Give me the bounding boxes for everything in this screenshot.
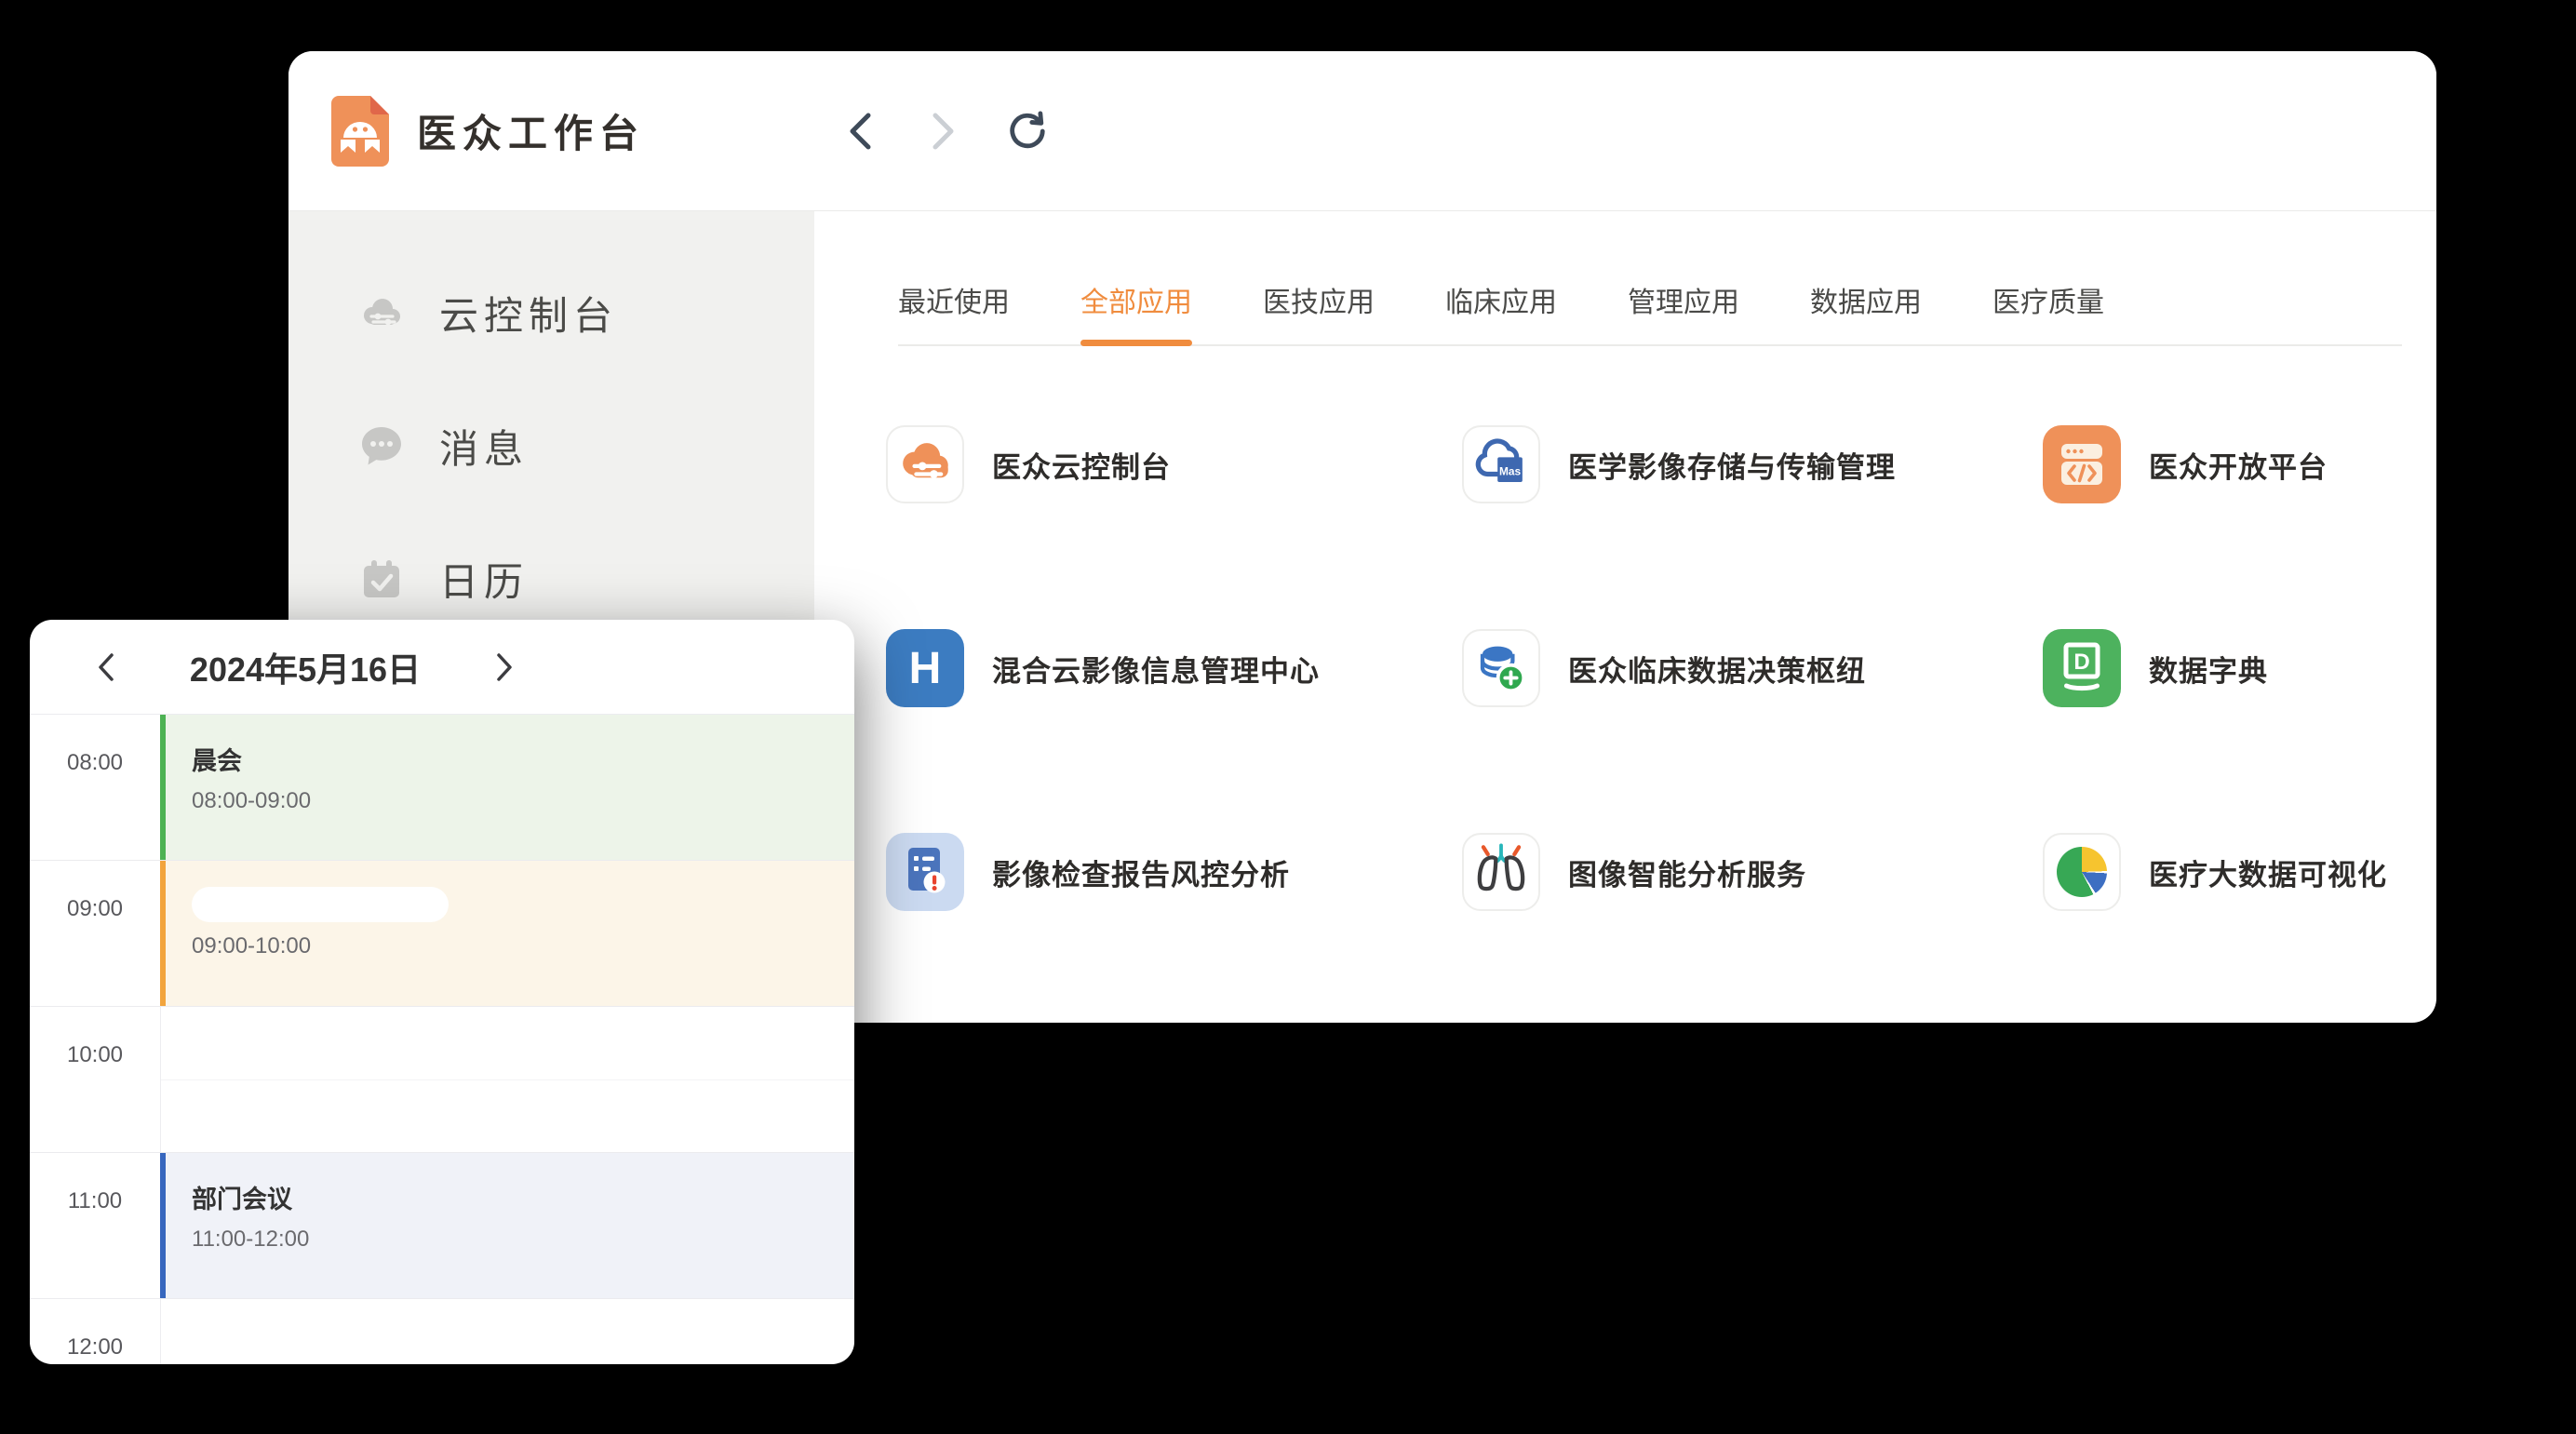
tab-bar: 最近使用 全部应用 医技应用 临床应用 管理应用 数据应用 医疗质量 — [898, 279, 2402, 346]
app-cloud-console[interactable]: 医众云控制台 — [886, 425, 1462, 503]
app-open-platform[interactable]: 医众开放平台 — [2043, 425, 2436, 503]
chevron-right-icon — [492, 650, 517, 684]
event-redacted[interactable]: 09:00-10:00 — [160, 861, 854, 1006]
tab-medical-quality[interactable]: 医疗质量 — [1992, 279, 2104, 344]
lungs-icon — [1464, 833, 1538, 911]
app-label: 影像检查报告风控分析 — [992, 851, 1290, 893]
tab-all-apps[interactable]: 全部应用 — [1080, 279, 1192, 344]
time-label: 11:00 — [30, 1153, 160, 1214]
window-header: 医众工作台 — [288, 51, 2436, 211]
tab-medtech-apps[interactable]: 医技应用 — [1263, 279, 1375, 344]
event-department-meeting[interactable]: 部门会议 11:00-12:00 — [160, 1153, 854, 1298]
cloud-sliders-icon — [888, 425, 962, 503]
time-label: 10:00 — [30, 1007, 160, 1068]
cloud-settings-icon — [359, 291, 404, 336]
content-area: 最近使用 全部应用 医技应用 临床应用 管理应用 数据应用 医疗质量 — [814, 211, 2436, 1022]
database-plus-icon — [1464, 629, 1538, 707]
sidebar-item-label: 消息 — [439, 418, 529, 475]
calendar-check-icon — [359, 557, 404, 602]
time-label: 12:00 — [30, 1299, 160, 1360]
redacted-event-title — [192, 887, 449, 922]
app-label: 医众云控制台 — [992, 444, 1171, 486]
calendar-header: 2024年5月16日 — [30, 620, 854, 715]
app-label: 医学影像存储与传输管理 — [1568, 444, 1896, 486]
app-image-ai-analysis[interactable]: 图像智能分析服务 — [1462, 833, 2043, 911]
event-time: 09:00-10:00 — [192, 933, 854, 959]
chevron-left-icon — [846, 111, 874, 152]
cloud-storage-icon: Mas — [1464, 425, 1538, 503]
calendar-next-button[interactable] — [486, 649, 523, 686]
sidebar-item-label: 日历 — [439, 551, 529, 608]
app-logo-icon — [331, 96, 389, 167]
calendar-date: 2024年5月16日 — [125, 643, 486, 691]
hospital-h-icon: H — [909, 643, 942, 694]
app-image-storage[interactable]: Mas 医学影像存储与传输管理 — [1462, 425, 2043, 503]
time-label: 08:00 — [30, 715, 160, 776]
app-label: 医疗大数据可视化 — [2149, 851, 2387, 893]
event-title: 部门会议 — [192, 1179, 854, 1215]
tab-recent[interactable]: 最近使用 — [898, 279, 1010, 344]
app-label: 混合云影像信息管理中心 — [992, 648, 1320, 690]
chevron-left-icon — [94, 650, 118, 684]
mas-badge: Mas — [1499, 464, 1522, 477]
refresh-icon — [1007, 110, 1048, 153]
event-time: 11:00-12:00 — [192, 1226, 854, 1253]
tab-management-apps[interactable]: 管理应用 — [1628, 279, 1739, 344]
dictionary-book-icon: D — [2043, 629, 2121, 707]
app-data-dictionary[interactable]: D 数据字典 — [2043, 629, 2436, 707]
app-title: 医众工作台 — [417, 102, 645, 159]
tab-clinical-apps[interactable]: 临床应用 — [1445, 279, 1557, 344]
event-time: 08:00-09:00 — [192, 788, 854, 814]
sidebar-item-messages[interactable]: 消息 — [288, 380, 814, 513]
refresh-button[interactable] — [1007, 111, 1048, 152]
app-clinical-data-hub[interactable]: 医众临床数据决策枢纽 — [1462, 629, 2043, 707]
calendar-panel: 2024年5月16日 08:00 09:00 10:00 11:00 12:00… — [30, 620, 854, 1364]
message-bubble-icon — [359, 424, 404, 469]
calendar-prev-button[interactable] — [87, 649, 125, 686]
app-label: 医众临床数据决策枢纽 — [1568, 648, 1866, 690]
app-big-data-visualization[interactable]: 医疗大数据可视化 — [2043, 833, 2436, 911]
event-title: 晨会 — [192, 741, 854, 777]
forward-button[interactable] — [923, 111, 964, 152]
tab-data-apps[interactable]: 数据应用 — [1810, 279, 1922, 344]
app-grid: 医众云控制台 Mas 医学影像存储与传输管理 — [886, 425, 2436, 911]
app-label: 图像智能分析服务 — [1568, 851, 1806, 893]
app-label: 数据字典 — [2149, 648, 2268, 690]
back-button[interactable] — [839, 111, 880, 152]
time-label: 09:00 — [30, 861, 160, 922]
sidebar-item-cloud-console[interactable]: 云控制台 — [288, 247, 814, 380]
app-hybrid-cloud-imaging[interactable]: H 混合云影像信息管理中心 — [886, 629, 1462, 707]
app-report-risk-analysis[interactable]: 影像检查报告风控分析 — [886, 833, 1462, 911]
event-morning-meeting[interactable]: 晨会 08:00-09:00 — [160, 715, 854, 860]
chevron-right-icon — [930, 111, 958, 152]
code-window-icon — [2043, 425, 2121, 503]
app-label: 医众开放平台 — [2149, 444, 2328, 486]
report-alert-icon — [886, 833, 964, 911]
d-badge: D — [2073, 650, 2089, 675]
pie-chart-icon — [2057, 847, 2107, 897]
sidebar-item-label: 云控制台 — [439, 285, 618, 342]
calendar-day-grid: 08:00 09:00 10:00 11:00 12:00 晨会 08:00-0… — [30, 715, 854, 1364]
